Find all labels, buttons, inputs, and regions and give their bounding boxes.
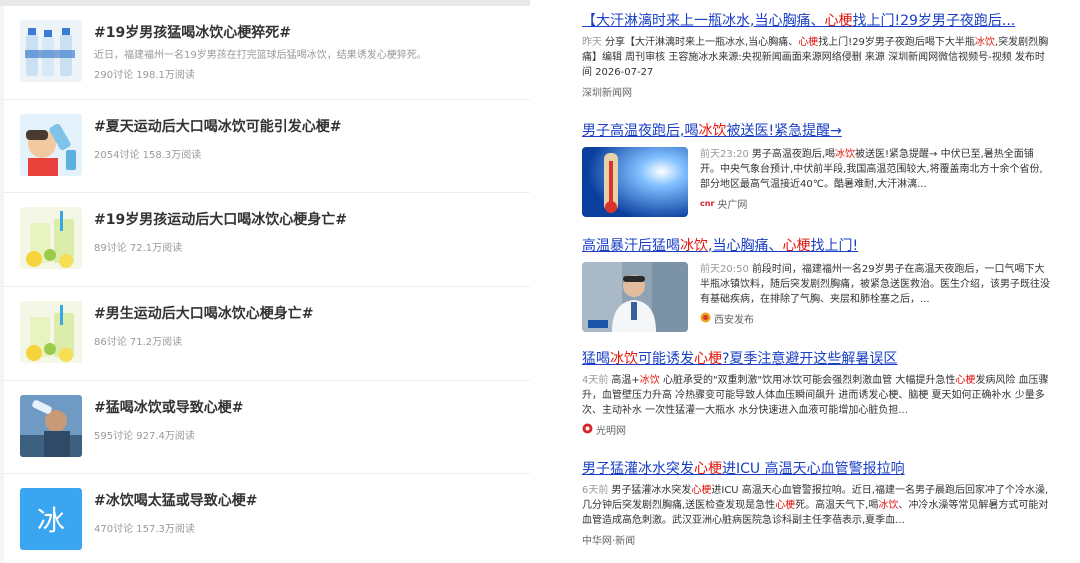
snippet-text: 高温+ [611,375,640,386]
news-result: 高温暴汗后猛喝冰饮,当心胸痛、心梗找上门! 前天20:50 前段时间，福建福州一名… [582,235,1052,332]
topic-title[interactable]: #冰饮喝太猛或导致心梗# [94,490,257,510]
ice-character-thumb[interactable]: 冰 [20,488,82,551]
topic-title[interactable]: #19岁男孩运动后大口喝冰饮心梗身亡# [94,209,347,229]
snippet-highlight: 心梗 [798,37,819,48]
source-name[interactable]: 西安发布 [714,311,754,326]
topic-desc: 近日，福建福州一名19岁男孩在打完篮球后猛喝冰饮，结果诱发心梗猝死。 [94,50,427,61]
news-source[interactable]: 深圳新闻网 [582,84,1052,99]
title-text[interactable]: ?夏季注意避开这些解暑误区 [722,351,897,367]
topic-item[interactable]: #19岁男孩猛喝冰饮心梗猝死# 近日，福建福州一名19岁男孩在打完篮球后猛喝冰饮… [4,6,530,100]
topic-panel: #19岁男孩猛喝冰饮心梗猝死# 近日，福建福州一名19岁男孩在打完篮球后猛喝冰饮… [0,0,530,563]
doctor-image[interactable] [582,262,688,332]
snippet-text: 心脏承受的"双重刺激"饮用冰饮可能会强烈刺激血管 大幅提升急性 [659,375,956,386]
topic-stats: 89讨论 72.1万阅读 [94,243,183,255]
topic-item[interactable]: 冰 #冰饮喝太猛或导致心梗# 470讨论 157.3万阅读 [4,474,530,563]
source-name[interactable]: 中华网·新闻 [582,532,635,547]
title-text[interactable]: 猛喝 [582,351,610,367]
topic-stats: 86讨论 71.2万阅读 [94,337,183,349]
topic-item[interactable]: #男生运动后大口喝冰饮心梗身亡# 86讨论 71.2万阅读 [4,287,530,381]
lemonade-thumb[interactable] [20,207,82,270]
title-highlight[interactable]: 心梗 [782,238,810,254]
snippet-text: 前段时间，福建福州一名29岁男子在高温天夜跑后，一口气喝下大半瓶冰镇饮料，随后突… [700,264,1050,305]
source-name[interactable]: 深圳新闻网 [582,84,632,99]
news-results-panel: 【大汗淋漓时来上一瓶冰水,当心胸痛、心梗找上门!29岁男子夜跑后... 昨天 分享… [530,0,1080,563]
title-text[interactable]: 男子猛灌冰水突发 [582,461,694,477]
news-result: 男子高温夜跑后,喝冰饮被送医!紧急提醒→ 前天23:20 男子高温夜跑后,喝冰饮… [582,120,1052,217]
news-snippet: 昨天 分享【大汗淋漓时来上一瓶冰水,当心胸痛、心梗找上门!29岁男子夜跑后喝下大半… [582,35,1052,80]
title-text[interactable]: 男子高温夜跑后,喝 [582,123,698,139]
title-text[interactable]: ,当心胸痛、 [708,238,782,254]
news-title-link[interactable]: 男子猛灌冰水突发心梗进ICU 高温天心血管警报拉响 [582,458,1052,478]
title-highlight[interactable]: 冰饮 [698,123,726,139]
news-snippet: 前天20:50 前段时间，福建福州一名29岁男子在高温天夜跑后，一口气喝下大半瓶冰… [700,262,1052,307]
gmw-logo-icon [582,423,593,436]
topic-stats: 290讨论 198.1万阅读 [94,70,195,81]
title-text[interactable]: 被送医!紧急提醒→ [726,123,841,139]
news-title-link[interactable]: 高温暴汗后猛喝冰饮,当心胸痛、心梗找上门! [582,235,1052,255]
title-highlight[interactable]: 心梗 [694,351,722,367]
title-text[interactable]: 找上门!29岁男子夜跑后... [852,13,1015,29]
title-highlight[interactable]: 心梗 [824,13,852,29]
title-highlight[interactable]: 冰饮 [610,351,638,367]
ice-character: 冰 [36,504,65,538]
news-time: 前天20:50 [700,264,749,275]
news-snippet: 4天前 高温+冰饮 心脏承受的"双重刺激"饮用冰饮可能会强烈刺激血管 大幅提升急性… [582,373,1052,418]
snippet-highlight: 冰饮 [878,500,899,511]
snippet-highlight: 心梗 [775,500,796,511]
snippet-text: 分享【大汗淋漓时来上一瓶冰水,当心胸痛、 [605,37,799,48]
snippet-highlight: 冰饮 [639,375,660,386]
news-result: 【大汗淋漓时来上一瓶冰水,当心胸痛、心梗找上门!29岁男子夜跑后... 昨天 分享… [582,10,1052,99]
topic-item[interactable]: #19岁男孩运动后大口喝冰饮心梗身亡# 89讨论 72.1万阅读 [4,193,530,288]
news-source[interactable]: 西安发布 [700,311,1052,326]
drinking-illustration-thumb[interactable] [20,113,82,176]
source-name[interactable]: 光明网 [596,422,626,437]
news-time: 前天23:20 [700,149,749,160]
cnr-logo-icon: cnr [700,199,715,208]
news-time: 昨天 [582,37,602,48]
xian-logo-icon [700,312,711,325]
title-text[interactable]: 高温暴汗后猛喝 [582,238,680,254]
snippet-text: 男子猛灌冰水突发 [611,485,692,496]
snippet-highlight: 冰饮 [835,149,856,160]
topic-item[interactable]: #猛喝冰饮或导致心梗# 595讨论 927.4万阅读 [4,381,530,475]
topic-title[interactable]: #男生运动后大口喝冰饮心梗身亡# [94,303,313,323]
topic-title[interactable]: #猛喝冰饮或导致心梗# [94,397,243,417]
snippet-highlight: 心梗 [955,375,976,386]
news-result: 男子猛灌冰水突发心梗进ICU 高温天心血管警报拉响 6天前 男子猛灌冰水突发心梗进… [582,458,1052,547]
topic-stats: 470讨论 157.3万阅读 [94,524,195,536]
source-name[interactable]: 央广网 [717,196,747,211]
news-title-link[interactable]: 男子高温夜跑后,喝冰饮被送医!紧急提醒→ [582,120,1052,140]
water-bottles-thumb[interactable] [20,20,82,82]
title-text[interactable]: 【大汗淋漓时来上一瓶冰水,当心胸痛、 [582,13,824,29]
news-source[interactable]: 中华网·新闻 [582,532,1052,547]
news-source[interactable]: cnr 央广网 [700,196,1052,211]
title-highlight[interactable]: 冰饮 [680,238,708,254]
snippet-text: 男子高温夜跑后,喝 [751,149,836,160]
snippet-text: 死。高温天气下,喝 [795,500,879,511]
title-text[interactable]: 进ICU 高温天心血管警报拉响 [722,461,905,477]
topic-stats: 2054讨论 158.3万阅读 [94,149,202,161]
news-snippet: 前天23:20 男子高温夜跑后,喝冰饮被送医!紧急提醒→ 中伏已至,暑热全面铺开。… [700,147,1052,192]
title-text[interactable]: 找上门! [810,238,858,254]
snippet-highlight: 冰饮 [974,37,995,48]
lemonade-thumb[interactable] [20,301,82,364]
topic-title[interactable]: #夏天运动后大口喝冰饮可能引发心梗# [94,116,341,136]
snippet-text: 找上门!29岁男子夜跑后喝下大半瓶 [818,37,975,48]
topic-item[interactable]: #夏天运动后大口喝冰饮可能引发心梗# 2054讨论 158.3万阅读 [4,100,530,194]
news-time: 6天前 [582,485,609,496]
news-title-link[interactable]: 【大汗淋漓时来上一瓶冰水,当心胸痛、心梗找上门!29岁男子夜跑后... [582,10,1052,30]
topic-stats: 595讨论 927.4万阅读 [94,430,195,442]
news-source[interactable]: 光明网 [582,422,1052,437]
thermometer-image[interactable] [582,147,688,217]
title-highlight[interactable]: 心梗 [694,461,722,477]
news-result: 猛喝冰饮可能诱发心梗?夏季注意避开这些解暑误区 4天前 高温+冰饮 心脏承受的"双… [582,348,1052,437]
topic-title[interactable]: #19岁男孩猛喝冰饮心梗猝死# [94,22,291,42]
news-time: 4天前 [582,375,609,386]
title-text[interactable]: 可能诱发 [638,351,694,367]
snippet-highlight: 心梗 [691,485,712,496]
news-snippet: 6天前 男子猛灌冰水突发心梗进ICU 高温天心血管警报拉响。近日,福建一名男子晨跑… [582,483,1052,528]
man-drinking-thumb[interactable] [20,394,82,457]
topic-list: #19岁男孩猛喝冰饮心梗猝死# 近日，福建福州一名19岁男孩在打完篮球后猛喝冰饮… [4,6,530,563]
news-title-link[interactable]: 猛喝冰饮可能诱发心梗?夏季注意避开这些解暑误区 [582,348,1052,368]
